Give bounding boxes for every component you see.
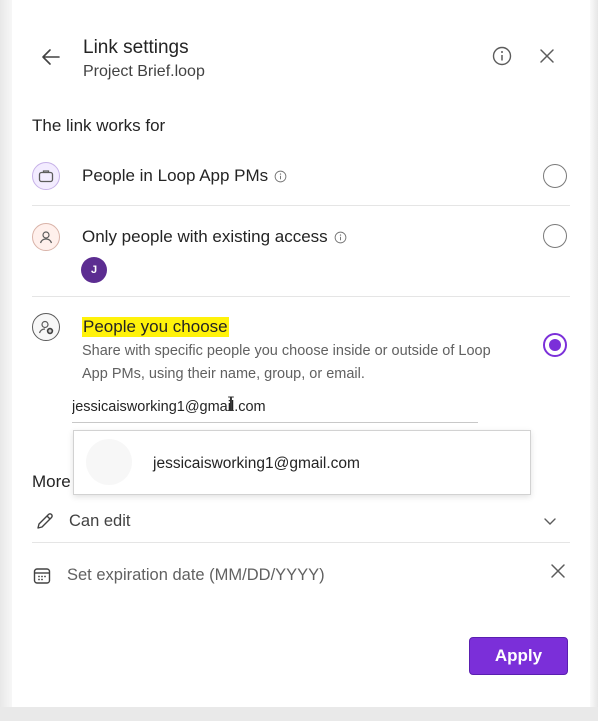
suggestion-email: jessicaisworking1@gmail.com — [153, 455, 360, 472]
person-add-icon — [32, 313, 60, 341]
option-existing-access-label: Only people with existing access — [82, 227, 328, 246]
more-settings-heading: More — [32, 472, 71, 491]
email-suggestion[interactable]: jessicaisworking1@gmail.com — [73, 430, 531, 495]
info-button[interactable] — [490, 44, 514, 68]
file-name: Project Brief.loop — [83, 63, 205, 80]
option-people-you-choose-label: People you choose — [82, 317, 229, 337]
permission-dropdown[interactable]: Can edit — [69, 512, 130, 531]
text-cursor-icon: I — [227, 392, 235, 416]
window-frame-right — [590, 0, 598, 721]
close-button[interactable] — [536, 45, 558, 67]
pencil-icon — [37, 513, 53, 529]
info-icon — [492, 46, 512, 66]
clear-expiration-icon[interactable] — [549, 562, 567, 580]
divider — [32, 205, 570, 206]
window-frame-left — [0, 0, 12, 721]
email-input[interactable] — [72, 392, 478, 423]
back-button[interactable] — [38, 44, 64, 70]
arrow-left-icon — [42, 49, 60, 65]
option-people-you-choose[interactable]: People you choose — [82, 317, 229, 337]
calendar-icon — [33, 568, 51, 584]
option-description: Share with specific people you choose in… — [82, 343, 491, 382]
radio-people-you-choose[interactable] — [543, 333, 567, 357]
window-frame-bottom — [0, 707, 598, 721]
radio-org-people[interactable] — [543, 164, 567, 188]
option-org-people[interactable]: People in Loop App PMs — [82, 166, 287, 186]
divider — [32, 296, 570, 297]
option-existing-access[interactable]: Only people with existing access — [82, 227, 347, 247]
apply-button[interactable]: Apply — [469, 637, 568, 675]
avatar: J — [81, 257, 107, 283]
info-icon[interactable] — [274, 170, 287, 183]
person-icon — [32, 223, 60, 251]
link-works-for-heading: The link works for — [32, 116, 166, 135]
info-icon[interactable] — [334, 231, 347, 244]
dialog-title: Link settings — [83, 37, 189, 58]
option-org-people-label: People in Loop App PMs — [82, 166, 269, 185]
close-icon — [540, 49, 554, 63]
divider — [32, 542, 570, 543]
chevron-down-icon[interactable] — [542, 513, 558, 529]
radio-existing-access[interactable] — [543, 224, 567, 248]
expiration-date-field[interactable]: Set expiration date (MM/DD/YYYY) — [67, 566, 325, 585]
suggestion-avatar — [86, 439, 132, 485]
briefcase-icon — [32, 162, 60, 190]
